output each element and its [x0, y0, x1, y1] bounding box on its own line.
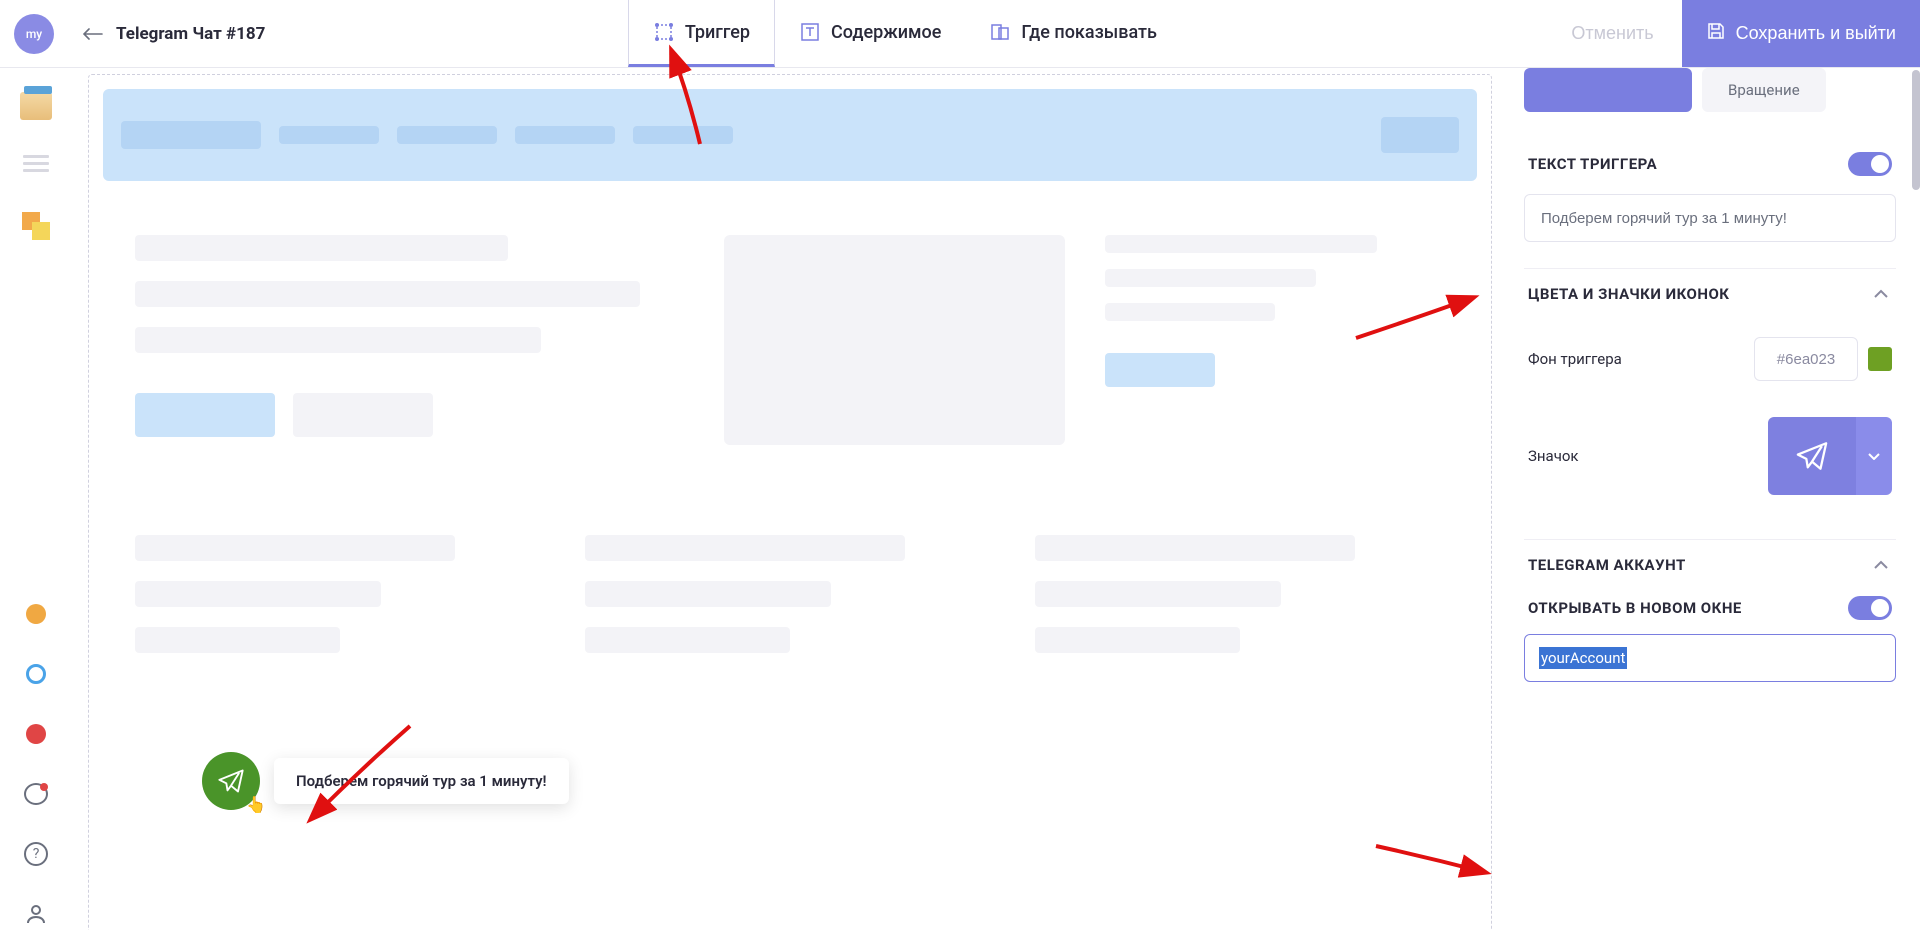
- sidebar-item-user[interactable]: [20, 898, 52, 930]
- icon-preview[interactable]: [1768, 417, 1856, 495]
- section-telegram-account: TELEGRAM АККАУНТ: [1528, 556, 1686, 574]
- cursor-icon: 👆: [246, 795, 266, 814]
- left-sidebar: ?: [0, 68, 72, 930]
- cancel-button[interactable]: Отменить: [1543, 0, 1681, 67]
- trigger-text-preview: Подберем горячий тур за 1 минуту!: [274, 758, 569, 804]
- bg-color-label: Фон триггера: [1528, 350, 1622, 368]
- scrollbar[interactable]: [1912, 70, 1920, 190]
- sidebar-item-lines[interactable]: [20, 150, 52, 182]
- chevron-up-icon[interactable]: [1870, 283, 1892, 305]
- dot-orange-icon: [26, 604, 46, 624]
- trigger-text-input[interactable]: [1524, 194, 1896, 242]
- placeholder-banner: [103, 89, 1477, 181]
- box-icon: [20, 92, 52, 120]
- user-avatar[interactable]: my: [14, 14, 54, 54]
- chevron-down-icon: [1867, 452, 1881, 460]
- sidebar-item-colored[interactable]: [20, 210, 52, 242]
- bg-color-swatch[interactable]: [1868, 347, 1892, 371]
- tab-label: Триггер: [685, 22, 750, 43]
- account-value: yourAccount: [1539, 647, 1627, 669]
- section-colors: ЦВЕТА И ЗНАЧКИ ИКОНОК: [1528, 285, 1730, 303]
- icon-label: Значок: [1528, 447, 1579, 465]
- tab-label: Содержимое: [831, 22, 941, 43]
- dot-red-icon: [26, 724, 46, 744]
- telegram-icon: [217, 767, 245, 795]
- tab-where[interactable]: Где показывать: [965, 0, 1180, 67]
- bg-color-hex-input[interactable]: [1754, 337, 1858, 381]
- chat-icon: [24, 783, 48, 805]
- sidebar-item-box[interactable]: [20, 90, 52, 122]
- sidebar-item-ring[interactable]: [20, 658, 52, 690]
- icon-dropdown[interactable]: [1856, 417, 1892, 495]
- sidebar-item-orange[interactable]: [20, 598, 52, 630]
- chevron-up-icon[interactable]: [1870, 554, 1892, 576]
- where-icon: [989, 21, 1011, 43]
- lines-icon: [23, 155, 49, 177]
- sidebar-item-red[interactable]: [20, 718, 52, 750]
- back-arrow-icon[interactable]: [80, 21, 106, 47]
- section-new-window: ОТКРЫВАТЬ В НОВОМ ОКНЕ: [1528, 599, 1742, 617]
- trigger-widget-preview[interactable]: 👆 Подберем горячий тур за 1 минуту!: [202, 752, 569, 810]
- tab-content[interactable]: Содержимое: [775, 0, 965, 67]
- sidebar-item-help[interactable]: ?: [20, 838, 52, 870]
- squares-icon: [22, 212, 50, 240]
- trigger-icon: [653, 21, 675, 43]
- tab-label: Где показывать: [1021, 22, 1156, 43]
- trigger-bubble[interactable]: 👆: [202, 752, 260, 810]
- content-icon: [799, 21, 821, 43]
- save-icon: [1706, 21, 1726, 46]
- page-title: Telegram Чат #187: [116, 24, 265, 44]
- ring-blue-icon: [26, 664, 46, 684]
- settings-panel: Вращение ТЕКСТ ТРИГГЕРА ЦВЕТА И ЗНАЧКИ И…: [1508, 68, 1912, 930]
- chip-appearance[interactable]: [1524, 68, 1692, 112]
- toggle-new-window[interactable]: [1848, 596, 1892, 620]
- telegram-account-input[interactable]: yourAccount: [1524, 634, 1896, 682]
- user-icon: [24, 902, 48, 926]
- save-button[interactable]: Сохранить и выйти: [1682, 0, 1920, 67]
- help-icon: ?: [24, 842, 48, 866]
- save-label: Сохранить и выйти: [1736, 23, 1896, 44]
- telegram-icon: [1795, 439, 1829, 473]
- chip-rotation[interactable]: Вращение: [1702, 68, 1826, 112]
- toggle-trigger-text[interactable]: [1848, 152, 1892, 176]
- tab-trigger[interactable]: Триггер: [628, 0, 775, 67]
- section-trigger-text: ТЕКСТ ТРИГГЕРА: [1528, 155, 1657, 173]
- sidebar-item-chat[interactable]: [20, 778, 52, 810]
